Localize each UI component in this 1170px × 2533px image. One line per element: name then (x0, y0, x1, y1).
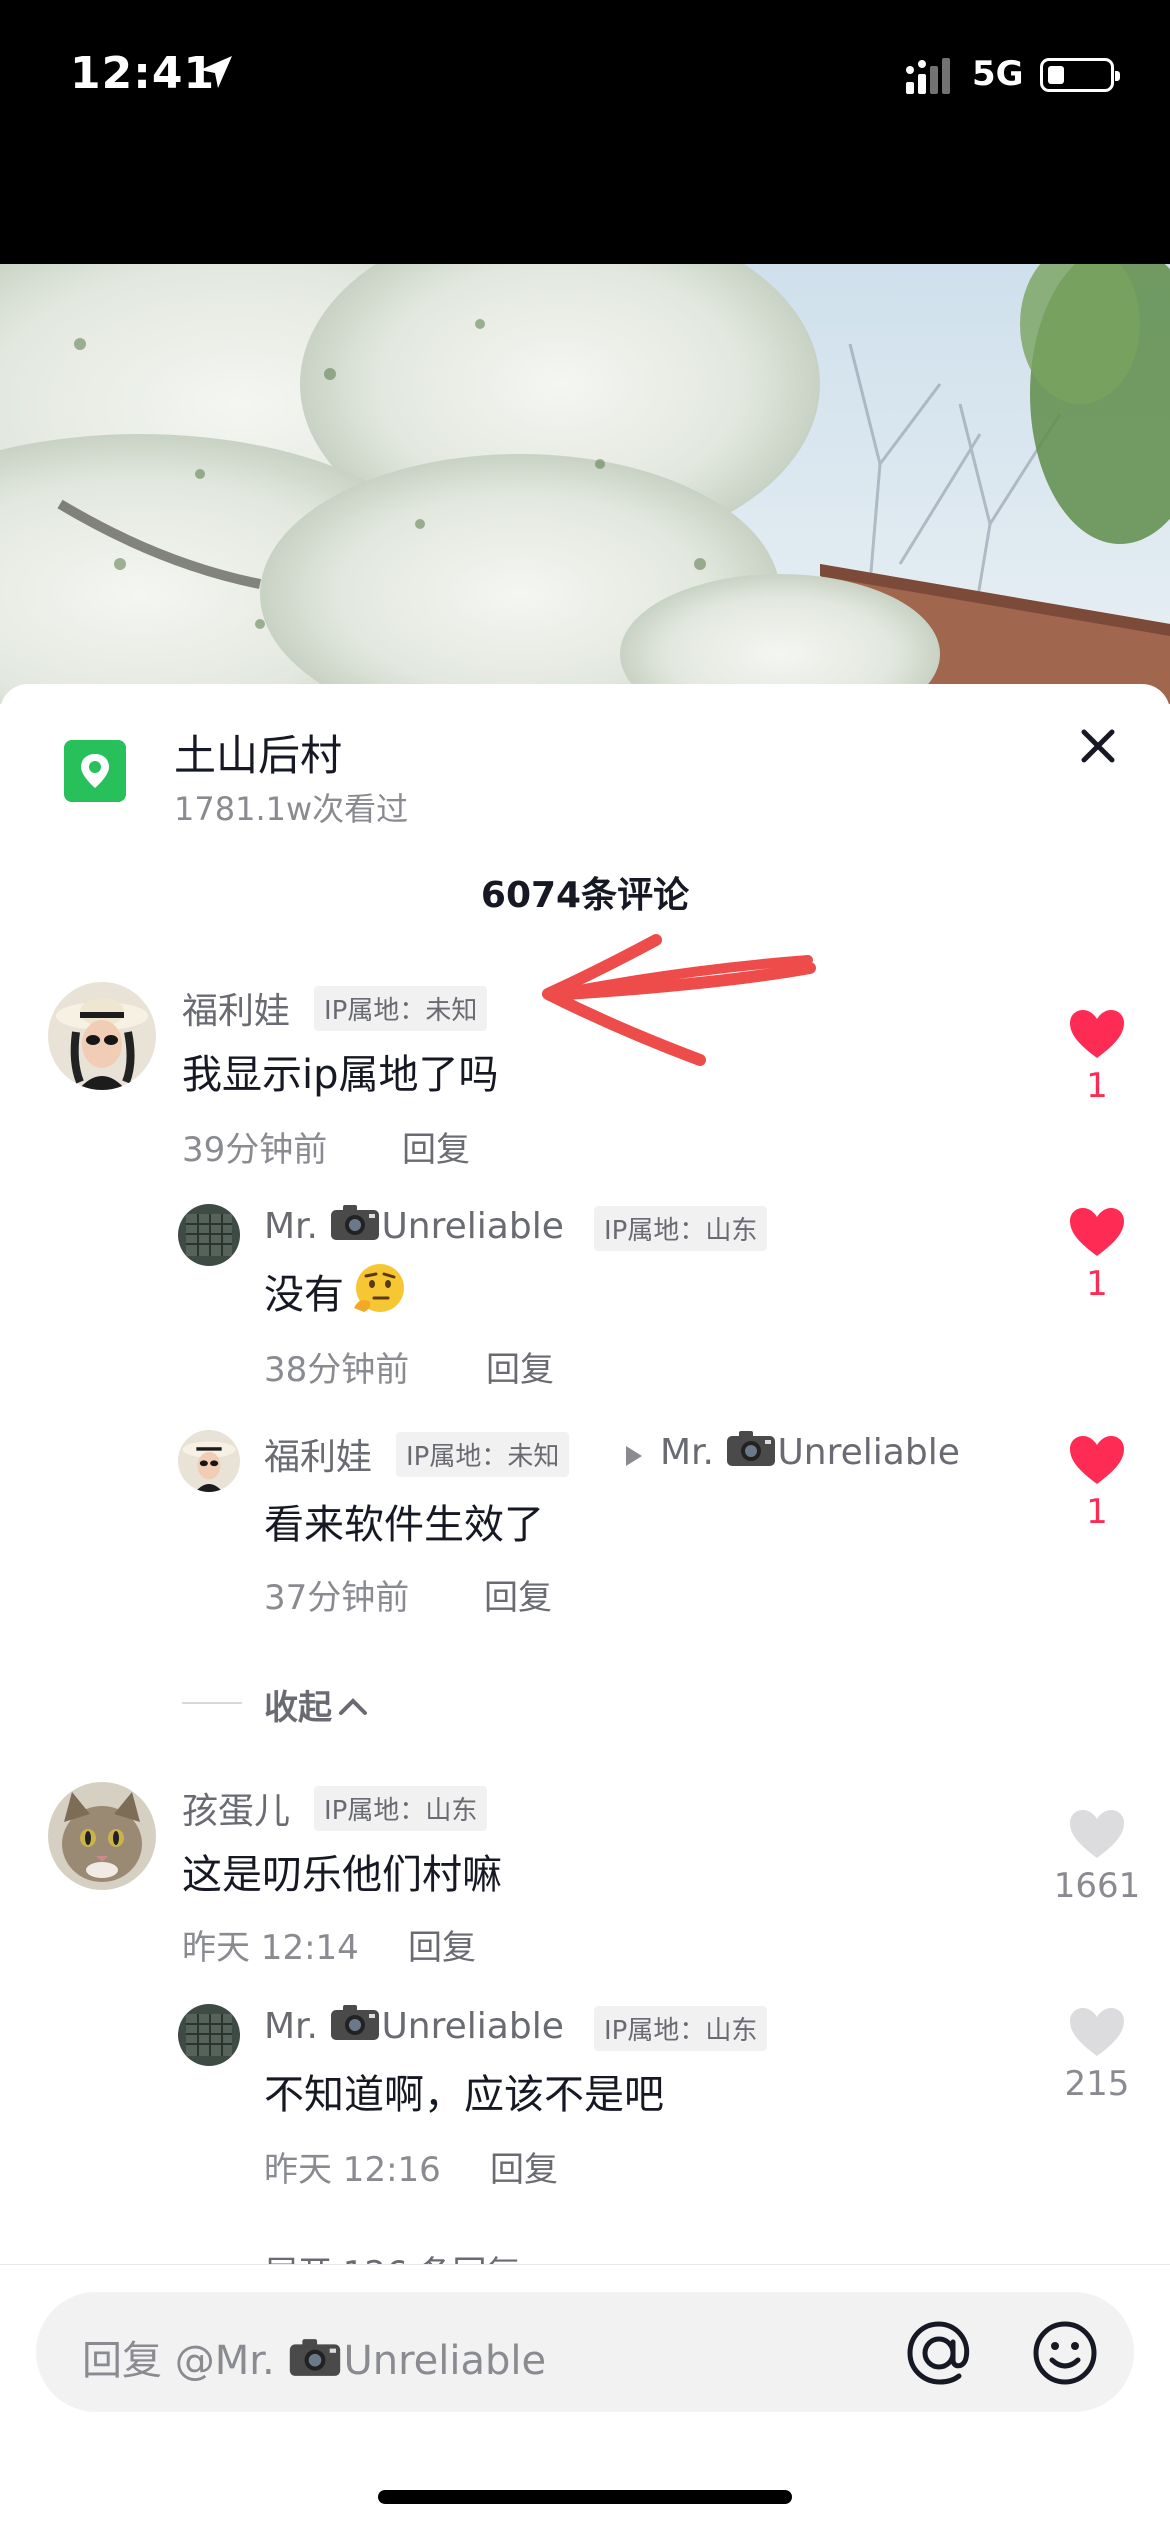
comment-time: 37分钟前 (264, 1578, 410, 1618)
camera-emoji-icon (331, 2005, 380, 2040)
heart-outline-icon (1070, 1810, 1124, 1858)
avatar[interactable] (178, 2004, 240, 2066)
poi-views: 1781.1w次看过 (174, 790, 409, 828)
like-button[interactable]: 1 (1062, 1008, 1132, 1106)
camera-emoji-icon (331, 1205, 380, 1240)
status-time: 12:41 (70, 48, 216, 99)
poi-title[interactable]: 土山后村 (174, 722, 342, 783)
signal-icon (906, 58, 950, 94)
ip-location-badge: IP属地：未知 (396, 1432, 570, 1477)
reply-placeholder: 回复 @Mr. Unreliable (82, 2328, 546, 2386)
comment-text[interactable]: 这是叨乐他们村嘛 (182, 1842, 502, 1900)
camera-emoji-icon (727, 1431, 776, 1466)
network-label: 5G (972, 54, 1024, 94)
comment-time: 38分钟前 (264, 1350, 410, 1390)
username-text: Mr. (660, 1432, 726, 1473)
like-count: 1 (1086, 1492, 1108, 1532)
divider-line (182, 1702, 242, 1704)
avatar[interactable] (178, 1430, 240, 1492)
ip-location-badge: IP属地：未知 (314, 986, 488, 1031)
avatar[interactable] (48, 1782, 156, 1890)
comment-username[interactable]: 孩蛋儿 (182, 1782, 290, 1834)
like-count: 1 (1086, 1264, 1108, 1304)
like-button[interactable]: 1 (1062, 1206, 1132, 1304)
like-count: 1 (1086, 1066, 1108, 1106)
avatar[interactable] (178, 1204, 240, 1266)
chevron-up-icon (339, 1698, 367, 1715)
avatar[interactable] (48, 982, 156, 1090)
comment-time: 昨天 12:14 (182, 1928, 359, 1968)
reply-to-arrow-icon (626, 1446, 642, 1466)
reply-to-username[interactable]: Mr. Unreliable (660, 1428, 960, 1473)
ip-location-badge: IP属地：山东 (594, 1206, 768, 1251)
comment-username[interactable]: Mr. Unreliable (264, 1202, 564, 1247)
close-icon[interactable] (1072, 720, 1124, 772)
home-indicator[interactable] (378, 2490, 792, 2504)
collapse-label: 收起 (264, 1680, 368, 1729)
heart-filled-icon (1070, 1010, 1124, 1058)
at-mention-icon[interactable] (904, 2318, 974, 2388)
like-count: 1661 (1053, 1866, 1141, 1906)
heart-filled-icon (1070, 1436, 1124, 1484)
placeholder-text: 回复 @Mr. (82, 2338, 288, 2384)
like-button[interactable]: 1 (1062, 1434, 1132, 1532)
like-button[interactable]: 215 (1048, 2006, 1146, 2104)
reply-button[interactable]: 回复 (490, 2142, 558, 2191)
reply-button[interactable]: 回复 (484, 1570, 552, 1619)
reply-button[interactable]: 回复 (408, 1920, 476, 1969)
location-pin-icon (64, 740, 126, 802)
heart-filled-icon (1070, 1208, 1124, 1256)
username-text: Mr. (264, 2006, 330, 2047)
username-text: Mr. (264, 1206, 330, 1247)
comments-sheet (0, 684, 1170, 2532)
username-text: Unreliable (777, 1432, 960, 1473)
comment-time: 昨天 12:16 (264, 2150, 441, 2190)
ip-location-badge: IP属地：山东 (594, 2006, 768, 2051)
comment-username[interactable]: 福利娃 (182, 982, 290, 1034)
emoji-icon[interactable] (1030, 2318, 1100, 2388)
location-arrow-icon (200, 56, 232, 88)
like-button[interactable]: 1661 (1048, 1808, 1146, 1906)
ip-location-badge: IP属地：山东 (314, 1786, 488, 1831)
comment-text[interactable]: 不知道啊，应该不是吧 (264, 2062, 664, 2120)
comment-username[interactable]: 福利娃 (264, 1428, 372, 1480)
heart-outline-icon (1070, 2008, 1124, 2056)
comment-text[interactable]: 没有 (264, 1262, 408, 1320)
comment-text[interactable]: 看来软件生效了 (264, 1492, 544, 1550)
comment-text-content: 没有 (264, 1272, 344, 1318)
like-count: 215 (1064, 2064, 1130, 2104)
comment-count: 6074条评论 (480, 875, 690, 916)
comment-text[interactable]: 我显示ip属地了吗 (182, 1042, 499, 1100)
username-text: Unreliable (381, 1206, 564, 1247)
username-text: Unreliable (381, 2006, 564, 2047)
battery-icon (1040, 58, 1120, 92)
reply-button[interactable]: 回复 (402, 1122, 470, 1171)
camera-emoji-icon (290, 2339, 341, 2376)
reply-button[interactable]: 回复 (486, 1342, 554, 1391)
thinking-emoji-icon (354, 1264, 404, 1312)
comment-time: 39分钟前 (182, 1130, 328, 1170)
status-bar: 12:41 5G (0, 0, 1170, 264)
placeholder-text: Unreliable (343, 2338, 547, 2384)
comment-username[interactable]: Mr. Unreliable (264, 2002, 564, 2047)
background-photo (0, 264, 1170, 704)
